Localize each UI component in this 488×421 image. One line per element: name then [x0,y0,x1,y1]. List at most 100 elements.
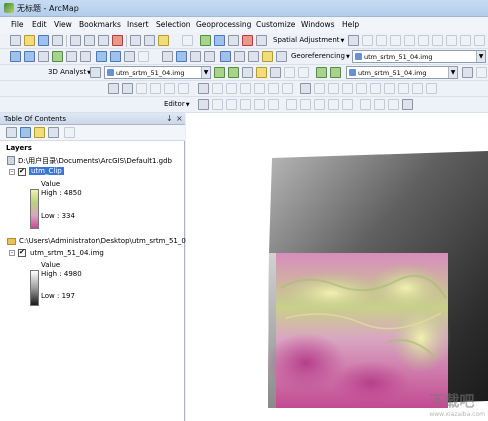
layer-utm-clip[interactable]: utm_Clip [29,167,64,175]
undo-icon[interactable] [130,35,141,46]
save-icon[interactable] [38,35,49,46]
print-icon[interactable] [52,35,63,46]
geo-tool-9-icon[interactable] [240,83,251,94]
identify-icon[interactable] [176,51,187,62]
pin-icon[interactable]: ↓ [166,114,173,123]
point-icon[interactable] [268,99,279,110]
paste-icon[interactable] [98,35,109,46]
list-by-visibility-icon[interactable] [34,127,45,138]
clear-selection-icon[interactable] [138,51,149,62]
new-document-icon[interactable] [10,35,21,46]
interpolate-line-icon[interactable] [284,67,295,78]
go-forward-icon[interactable] [110,51,121,62]
scale-icon[interactable] [136,83,147,94]
modify-link-icon[interactable] [376,35,387,46]
delete-icon[interactable] [112,35,123,46]
new-displacement-link-icon[interactable] [362,35,373,46]
html-popup-icon[interactable] [204,51,215,62]
edge-match-icon[interactable] [460,35,471,46]
hyperlink-icon[interactable] [190,51,201,62]
topo-tool-10-icon[interactable] [426,83,437,94]
menu-view[interactable]: View [54,20,72,29]
add-control-points-icon[interactable] [164,83,175,94]
menu-bookmarks[interactable]: Bookmarks [79,20,121,29]
3d-analyst-layer-dropdown[interactable]: utm_srtm_51_04.img ▼ [104,66,211,79]
srtm-visibility-checkbox[interactable] [18,248,26,257]
cut-polygons-icon[interactable] [314,99,325,110]
redo-icon[interactable] [144,35,155,46]
topo-tool-7-icon[interactable] [384,83,395,94]
add-data-icon[interactable] [158,35,169,46]
collapse-srtm-icon[interactable]: – [9,250,15,256]
viewer-icon[interactable] [198,83,209,94]
measure-icon[interactable] [248,51,259,62]
more-tools-icon[interactable] [476,67,487,78]
rotate-edit-icon[interactable] [342,99,353,110]
cut-icon[interactable] [70,35,81,46]
close-icon[interactable]: × [176,114,183,123]
layer-options-icon[interactable] [462,67,473,78]
attribute-transfer-icon[interactable] [446,35,457,46]
auto-registration-icon[interactable] [150,83,161,94]
utm-clip-visibility-checkbox[interactable] [18,167,26,176]
fixed-zoom-out-icon[interactable] [80,51,91,62]
srtm-grayscale-ramp[interactable] [30,270,39,306]
view-link-table-icon[interactable] [432,35,443,46]
surface-layer-dropdown[interactable]: utm_srtm_51_04.img ▼ [346,66,458,79]
topo-tool-6-icon[interactable] [370,83,381,94]
list-by-drawing-order-icon[interactable] [6,127,17,138]
trace-icon[interactable] [254,99,265,110]
sketch-properties-icon[interactable] [374,99,385,110]
point-profile-icon[interactable] [270,67,281,78]
geo-tool-7-icon[interactable] [212,83,223,94]
catalog-window-icon[interactable] [228,35,239,46]
menu-windows[interactable]: Windows [301,20,334,29]
list-by-selection-icon[interactable] [48,127,59,138]
fixed-zoom-in-icon[interactable] [66,51,77,62]
adjustment-preview-icon[interactable] [474,35,485,46]
menu-help[interactable]: Help [342,20,359,29]
copy-icon[interactable] [84,35,95,46]
select-features-icon[interactable] [124,51,135,62]
find-route-icon[interactable] [234,51,245,62]
layer-utm-srtm[interactable]: utm_srtm_51_04.img [30,249,104,257]
select-elements-arrow-icon[interactable] [162,51,173,62]
multi-displacement-icon[interactable] [390,35,401,46]
menu-selection[interactable]: Selection [156,20,191,29]
toc-options-icon[interactable] [64,127,75,138]
end-point-arc-icon[interactable] [240,99,251,110]
menu-file[interactable]: File [11,20,24,29]
python-window-icon[interactable] [256,35,267,46]
rotate-icon[interactable] [108,83,119,94]
go-back-icon[interactable] [96,51,107,62]
find-binoculars-icon[interactable] [220,51,231,62]
topo-tool-8-icon[interactable] [398,83,409,94]
editor-close-icon[interactable] [402,99,413,110]
spatial-adjustment-label[interactable]: Spatial Adjustment▼ [273,36,344,44]
straight-segment-icon[interactable] [226,99,237,110]
topo-tool-2-icon[interactable] [314,83,325,94]
identity-link-icon[interactable] [404,35,415,46]
split-icon[interactable] [328,99,339,110]
edit-tool-icon[interactable] [198,99,209,110]
edit-vertices-icon[interactable] [286,99,297,110]
steepest-path-icon[interactable] [228,67,239,78]
create-viewer-window-icon[interactable] [276,51,287,62]
map-scale-box[interactable] [182,35,193,46]
open-folder-icon[interactable] [24,35,35,46]
zoom-out-icon[interactable] [24,51,35,62]
map-display[interactable]: 下载吧 www.xiazaiba.com [186,113,488,421]
menu-geoprocessing[interactable]: Geoprocessing [196,20,251,29]
arcglobe-icon[interactable] [330,67,341,78]
topology-icon[interactable] [300,83,311,94]
view-link-table-geo-icon[interactable] [178,83,189,94]
geo-tool-10-icon[interactable] [254,83,265,94]
layers-root[interactable]: Layers [6,144,32,152]
time-slider-icon[interactable] [262,51,273,62]
3d-analyst-label[interactable]: 3D Analyst▼ [48,68,91,76]
topo-tool-9-icon[interactable] [412,83,423,94]
georeferencing-label[interactable]: Georeferencing▼ [291,52,350,60]
line-of-sight-icon[interactable] [242,67,253,78]
utm-clip-color-ramp[interactable] [30,189,39,229]
arcscene-icon[interactable] [316,67,327,78]
